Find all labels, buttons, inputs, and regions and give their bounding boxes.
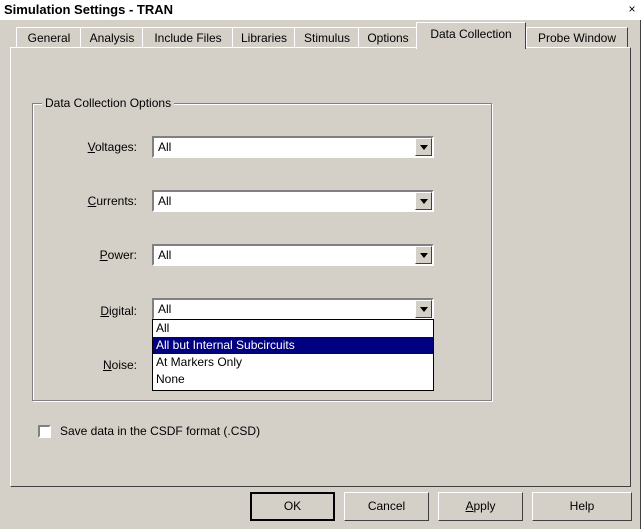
tab-analysis[interactable]: Analysis: [80, 27, 144, 48]
voltages-value: All: [158, 140, 172, 154]
tab-stimulus[interactable]: Stimulus: [294, 27, 360, 48]
chevron-down-icon[interactable]: [415, 138, 432, 156]
dropdown-option-all-but-internal[interactable]: All but Internal Subcircuits: [153, 337, 433, 354]
csdf-checkbox-label[interactable]: Save data in the CSDF format (.CSD): [60, 424, 260, 438]
close-icon[interactable]: ×: [625, 2, 639, 17]
cancel-button[interactable]: Cancel: [344, 492, 429, 521]
digital-label: Digital:: [100, 304, 137, 318]
ok-button[interactable]: OK: [250, 492, 335, 521]
title-bar: Simulation Settings - TRAN ×: [0, 0, 641, 20]
power-value: All: [158, 248, 172, 262]
dialog-window: Simulation Settings - TRAN × General Ana…: [0, 0, 641, 529]
currents-select[interactable]: All: [152, 190, 434, 212]
tab-data-collection[interactable]: Data Collection: [416, 22, 526, 49]
digital-value: All: [158, 302, 172, 316]
tab-include-files[interactable]: Include Files: [142, 27, 234, 48]
power-label: Power:: [99, 248, 137, 262]
noise-label: Noise:: [102, 358, 137, 372]
help-button[interactable]: Help: [532, 492, 632, 521]
dropdown-option-none[interactable]: None: [153, 371, 433, 388]
group-title: Data Collection Options: [42, 96, 175, 110]
dropdown-option-all[interactable]: All: [153, 320, 433, 337]
csdf-checkbox[interactable]: [38, 425, 51, 438]
power-select[interactable]: All: [152, 244, 434, 266]
voltages-select[interactable]: All: [152, 136, 434, 158]
apply-button[interactable]: Apply: [438, 492, 523, 521]
digital-dropdown-list: All All but Internal Subcircuits At Mark…: [152, 319, 434, 391]
chevron-down-icon[interactable]: [415, 300, 432, 318]
dropdown-option-at-markers-only[interactable]: At Markers Only: [153, 354, 433, 371]
tab-probe-window[interactable]: Probe Window: [526, 27, 628, 48]
currents-label: Currents:: [87, 194, 137, 208]
currents-value: All: [158, 194, 172, 208]
tab-general[interactable]: General: [16, 27, 82, 48]
tab-options[interactable]: Options: [358, 27, 418, 48]
chevron-down-icon[interactable]: [415, 192, 432, 210]
digital-select[interactable]: All: [152, 298, 434, 320]
window-title: Simulation Settings - TRAN: [4, 2, 173, 17]
chevron-down-icon[interactable]: [415, 246, 432, 264]
tab-libraries[interactable]: Libraries: [232, 27, 296, 48]
voltages-label: Voltages:: [87, 140, 137, 154]
